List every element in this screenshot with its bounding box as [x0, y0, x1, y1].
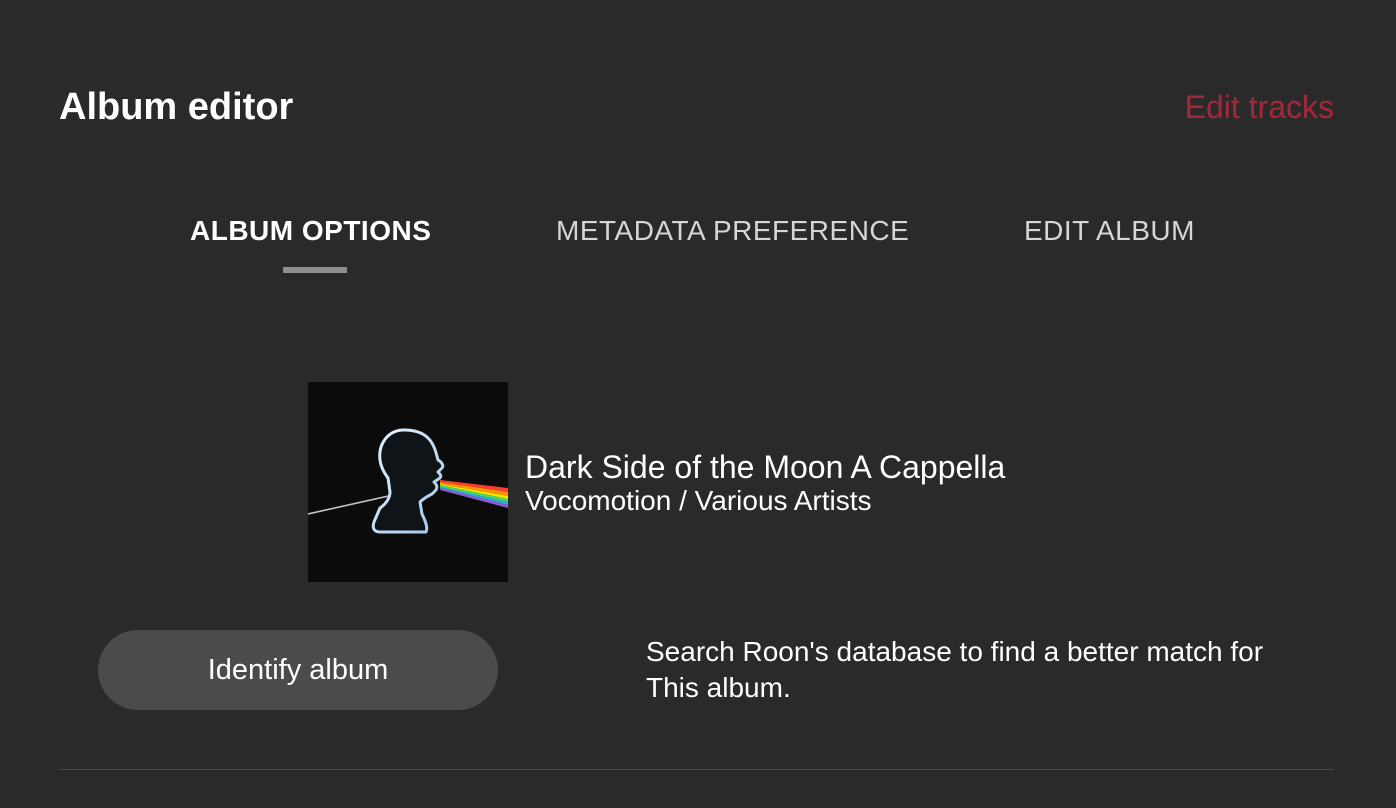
identify-album-button[interactable]: Identify album — [98, 630, 498, 710]
album-artist: Vocomotion / Various Artists — [525, 485, 872, 516]
tab-album-options[interactable]: ALBUM OPTIONS — [190, 212, 431, 250]
album-title: Dark Side of the Moon A Cappella — [525, 449, 1006, 485]
active-tab-indicator — [283, 267, 347, 273]
album-editor-panel: Album editor Edit tracks ALBUM OPTIONS M… — [0, 0, 1396, 808]
album-cover — [308, 382, 508, 582]
tab-edit-album[interactable]: EDIT ALBUM — [1024, 212, 1195, 250]
album-cover-art — [308, 382, 508, 582]
tab-metadata-preference[interactable]: METADATA PREFERENCE — [556, 212, 909, 250]
page-title: Album editor — [59, 86, 294, 128]
edit-tracks-link[interactable]: Edit tracks — [1185, 86, 1334, 128]
identify-album-description: Search Roon's database to find a better … — [646, 636, 1264, 703]
section-divider — [59, 769, 1334, 770]
